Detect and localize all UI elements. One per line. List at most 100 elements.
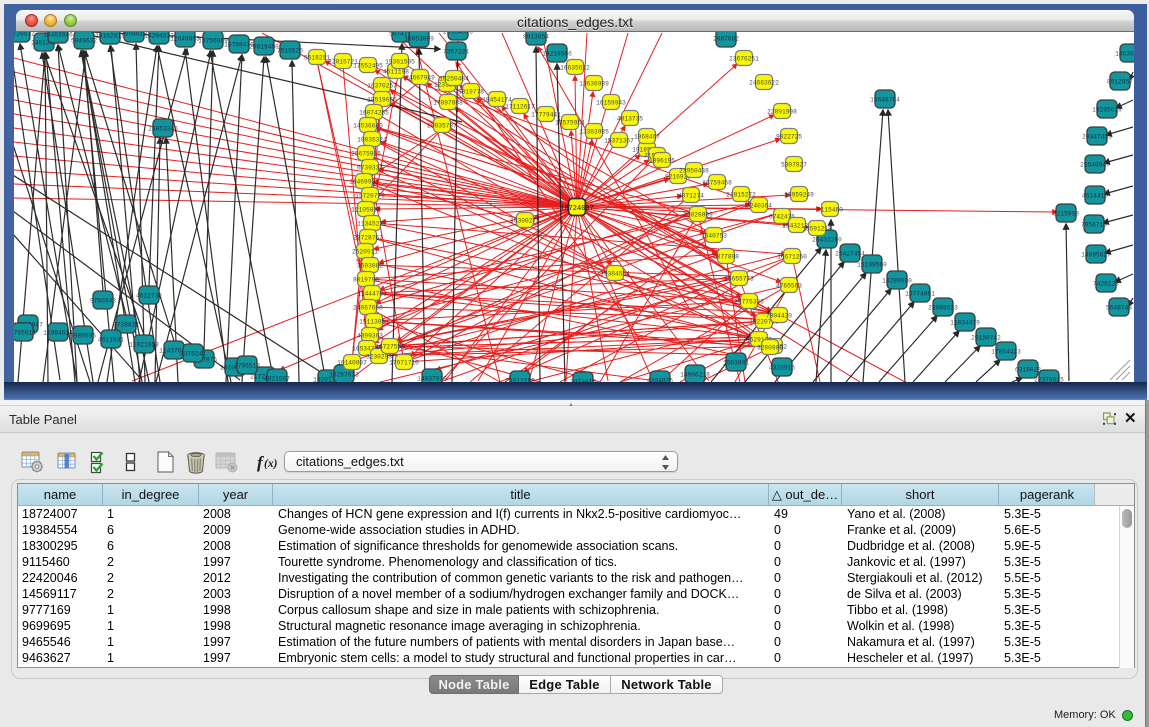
svg-text:16727559: 16727559 xyxy=(375,344,405,351)
svg-text:5307827: 5307827 xyxy=(781,162,807,169)
svg-text:12649053: 12649053 xyxy=(170,36,200,43)
svg-text:24667949: 24667949 xyxy=(405,75,435,82)
svg-text:23720572: 23720572 xyxy=(14,32,35,38)
svg-text:16959249: 16959249 xyxy=(784,192,814,199)
svg-text:9760343: 9760343 xyxy=(90,298,116,305)
svg-text:4614410: 4614410 xyxy=(1082,193,1108,200)
svg-text:19361505: 19361505 xyxy=(385,59,415,66)
svg-text:16635612: 16635612 xyxy=(560,65,590,72)
svg-text:14906218: 14906218 xyxy=(680,372,710,379)
svg-text:20347453: 20347453 xyxy=(1082,134,1112,141)
svg-text:23088523: 23088523 xyxy=(928,305,958,312)
svg-text:11034479: 11034479 xyxy=(950,320,980,327)
svg-text:8812857: 8812857 xyxy=(1107,79,1133,86)
svg-text:16140807: 16140807 xyxy=(337,360,367,367)
svg-text:16250484: 16250484 xyxy=(439,76,469,83)
svg-text:17779441: 17779441 xyxy=(531,112,561,119)
svg-text:7515526: 7515526 xyxy=(277,48,303,55)
svg-text:4333915: 4333915 xyxy=(769,365,795,372)
svg-text:15774061: 15774061 xyxy=(905,291,935,298)
svg-text:11984614: 11984614 xyxy=(43,330,73,337)
svg-text:15655773: 15655773 xyxy=(724,276,754,283)
svg-text:25675915: 25675915 xyxy=(351,151,381,158)
svg-text:20150742: 20150742 xyxy=(971,335,1001,342)
svg-text:16469931: 16469931 xyxy=(349,179,379,186)
svg-text:4765563: 4765563 xyxy=(776,283,802,290)
svg-text:7357224: 7357224 xyxy=(443,49,469,56)
svg-text:17971710: 17971710 xyxy=(389,360,419,367)
svg-text:5518251: 5518251 xyxy=(304,55,330,62)
svg-text:17575954: 17575954 xyxy=(555,120,585,127)
svg-text:11921958: 11921958 xyxy=(129,342,159,349)
svg-text:16759468: 16759468 xyxy=(702,180,732,187)
svg-text:20964873: 20964873 xyxy=(443,32,473,36)
svg-text:8813054: 8813054 xyxy=(523,34,549,41)
svg-text:10053809: 10053809 xyxy=(404,36,434,43)
svg-text:9738822: 9738822 xyxy=(113,322,139,329)
svg-text:5648748: 5648748 xyxy=(1106,305,1132,312)
svg-text:10835324: 10835324 xyxy=(357,137,387,144)
svg-text:5019778: 5019778 xyxy=(458,89,484,96)
svg-text:18463946: 18463946 xyxy=(43,32,73,39)
svg-text:5240364: 5240364 xyxy=(746,203,772,210)
svg-text:4813735: 4813735 xyxy=(617,116,643,123)
svg-text:17112617: 17112617 xyxy=(505,104,535,111)
svg-text:3593082: 3593082 xyxy=(357,263,383,270)
svg-text:10519656: 10519656 xyxy=(367,97,397,104)
svg-text:17552495: 17552495 xyxy=(353,63,383,70)
svg-text:18724007: 18724007 xyxy=(560,205,594,213)
svg-text:14095627: 14095627 xyxy=(1081,252,1111,259)
svg-text:1868467: 1868467 xyxy=(634,134,660,141)
svg-text:7804420: 7804420 xyxy=(766,313,792,320)
svg-text:7956719: 7956719 xyxy=(1081,222,1107,229)
svg-text:16159943: 16159943 xyxy=(596,100,626,107)
svg-text:1540753: 1540753 xyxy=(701,233,727,240)
svg-text:2520911: 2520911 xyxy=(352,249,378,256)
svg-text:17854423: 17854423 xyxy=(991,349,1021,356)
svg-text:24067668: 24067668 xyxy=(353,305,383,312)
svg-text:16648784: 16648784 xyxy=(870,97,900,104)
svg-text:4399363: 4399363 xyxy=(357,333,383,340)
svg-text:(x): (x) xyxy=(264,458,278,470)
svg-text:3280900: 3280900 xyxy=(757,345,783,352)
svg-text:14289680: 14289680 xyxy=(882,278,912,285)
svg-text:11345232: 11345232 xyxy=(357,221,387,228)
svg-text:6877898: 6877898 xyxy=(713,254,739,261)
svg-text:7765611: 7765611 xyxy=(14,330,36,337)
svg-text:5049632: 5049632 xyxy=(71,38,97,45)
svg-text:23676251: 23676251 xyxy=(729,56,759,63)
svg-text:20431280: 20431280 xyxy=(812,237,842,244)
svg-text:25540947: 25540947 xyxy=(1080,162,1110,169)
svg-text:3215958: 3215958 xyxy=(1053,211,1079,218)
svg-text:13636989: 13636989 xyxy=(579,81,609,88)
svg-text:25427454: 25427454 xyxy=(835,251,865,258)
svg-text:1096195: 1096195 xyxy=(649,158,675,165)
svg-text:22775336: 22775336 xyxy=(734,299,764,306)
svg-text:1563801: 1563801 xyxy=(723,360,749,367)
svg-text:16074265: 16074265 xyxy=(359,110,389,117)
svg-text:26053346: 26053346 xyxy=(148,126,178,133)
svg-text:9989596: 9989596 xyxy=(70,333,96,340)
svg-text:15371367: 15371367 xyxy=(604,138,634,145)
svg-text:15113051: 15113051 xyxy=(359,319,389,326)
svg-text:10591218: 10591218 xyxy=(802,226,832,233)
svg-text:7426123: 7426123 xyxy=(1093,281,1119,288)
svg-text:6739337: 6739337 xyxy=(357,165,383,172)
svg-text:14636288: 14636288 xyxy=(1115,51,1134,58)
svg-text:7796518: 7796518 xyxy=(234,363,260,370)
svg-text:23950438: 23950438 xyxy=(679,168,709,175)
svg-text:16671260: 16671260 xyxy=(777,254,807,261)
svg-text:17097888: 17097888 xyxy=(433,100,463,107)
svg-text:22891998: 22891998 xyxy=(767,109,797,116)
svg-text:18454174: 18454174 xyxy=(482,97,512,104)
svg-text:15199560: 15199560 xyxy=(857,262,887,269)
svg-text:9822725: 9822725 xyxy=(776,134,802,141)
svg-text:24663622: 24663622 xyxy=(749,80,779,87)
svg-text:16287633: 16287633 xyxy=(329,372,359,379)
svg-text:19295618: 19295618 xyxy=(1092,107,1122,114)
svg-text:19218506: 19218506 xyxy=(542,51,572,58)
svg-text:8019790: 8019790 xyxy=(353,277,379,284)
svg-text:21815272: 21815272 xyxy=(726,192,756,199)
svg-text:20935787: 20935787 xyxy=(427,123,457,130)
svg-text:4612732: 4612732 xyxy=(136,293,162,300)
